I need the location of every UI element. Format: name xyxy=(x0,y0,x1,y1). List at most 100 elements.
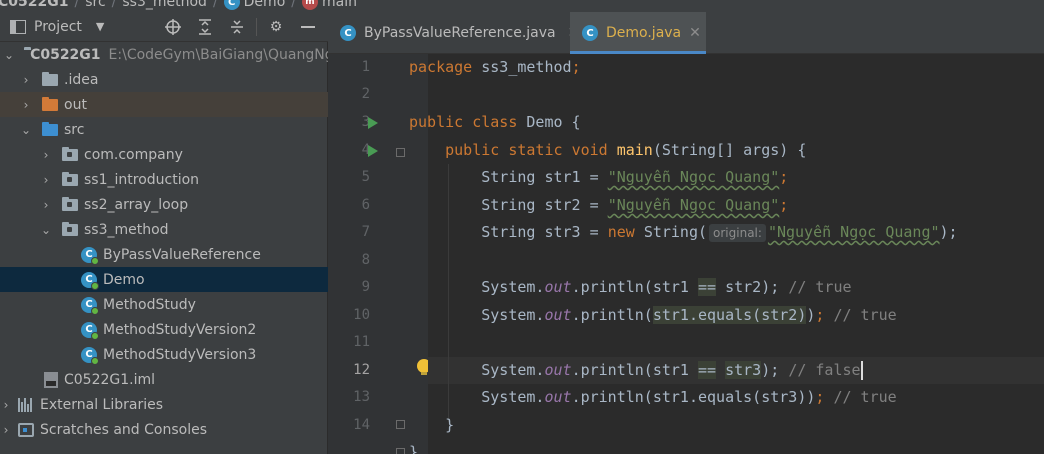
package-icon xyxy=(62,196,78,211)
code-line-5: String str1 = "Nguyễn Ngọc Quang"; xyxy=(409,164,788,191)
tree-item-package[interactable]: ⌄ ss3_method xyxy=(0,217,328,242)
comment: // true xyxy=(833,306,897,324)
class-icon: C xyxy=(81,296,99,315)
tree-item-package[interactable]: › com.company xyxy=(0,142,328,167)
project-view-selector[interactable]: Project ▼ xyxy=(10,19,104,35)
line-number: 13 xyxy=(353,389,370,405)
parameter-hint: original: xyxy=(709,224,766,242)
chevron-right-icon[interactable]: › xyxy=(0,398,12,412)
tree-item-external-libraries[interactable]: › External Libraries xyxy=(0,392,328,417)
chevron-right-icon[interactable]: › xyxy=(40,148,52,162)
chevron-down-icon: ▼ xyxy=(95,20,105,33)
tree-item-package[interactable]: › ss1_introduction xyxy=(0,167,328,192)
code-editor[interactable]: package ss3_method; public class Demo { … xyxy=(409,54,1044,454)
tab-label: Demo.java xyxy=(606,25,682,41)
breadcrumb-class[interactable]: C Demo xyxy=(223,0,285,10)
tree-item-iml[interactable]: C0522G1.iml xyxy=(0,367,328,392)
source-folder-icon xyxy=(42,121,58,136)
collapse-all-icon[interactable] xyxy=(228,18,246,36)
comment: // true xyxy=(788,278,852,296)
code-line-4: public static void main(String[] args) { xyxy=(409,137,806,164)
brace: { xyxy=(562,113,581,131)
tree-item-package[interactable]: › ss2_array_loop xyxy=(0,192,328,217)
operator: = xyxy=(580,168,608,186)
method-call: .println( xyxy=(571,278,653,296)
breadcrumb-package[interactable]: ss3_method xyxy=(122,0,207,10)
punctuation: ); xyxy=(939,223,958,241)
tab-bypassvaluereference[interactable]: C ByPassValueReference.java ✕ xyxy=(340,12,579,54)
params: (String[] args) { xyxy=(652,141,807,159)
class-icon: C xyxy=(340,25,356,41)
line-number: 4 xyxy=(361,142,370,158)
fold-icon[interactable] xyxy=(396,148,405,157)
method-call: .println( xyxy=(571,306,653,324)
tree-item-label: ss3_method xyxy=(84,221,169,238)
line-number-current: 12 xyxy=(353,362,370,378)
semicolon: ; xyxy=(571,58,581,76)
tree-item-class[interactable]: C MethodStudyVersion3 xyxy=(0,342,328,367)
tree-item-label: Demo xyxy=(103,271,145,288)
tree-item-label: C0522G1 xyxy=(30,46,101,63)
tab-demo[interactable]: C Demo.java ✕ xyxy=(570,12,706,54)
static-field: out xyxy=(544,278,572,296)
run-class-icon[interactable] xyxy=(368,117,378,129)
project-panel-header: Project ▼ ⚙ xyxy=(0,12,328,42)
hide-icon[interactable] xyxy=(299,18,317,36)
tree-item-class-selected[interactable]: C Demo xyxy=(0,267,328,292)
breadcrumb: C0522G1 / src / ss3_method / C Demo / m ma… xyxy=(0,0,1044,12)
close-icon[interactable]: ✕ xyxy=(689,25,701,41)
tree-item-root[interactable]: ⌄ C0522G1 E:\CodeGym\BaiGiang\QuangNguye… xyxy=(0,42,368,67)
keyword: class xyxy=(472,113,518,131)
code-line-14: } xyxy=(409,412,454,439)
expand-all-icon[interactable] xyxy=(196,18,214,36)
type: String xyxy=(481,196,536,214)
breadcrumb-src[interactable]: src xyxy=(85,0,105,10)
code-line-7: String str3 = new String(original: "Nguyễ… xyxy=(409,219,958,246)
variable: str1 xyxy=(544,168,581,186)
breadcrumb-method[interactable]: m main xyxy=(301,0,357,10)
keyword: new xyxy=(607,223,635,241)
brace: } xyxy=(409,443,419,454)
class-ref: System. xyxy=(481,388,545,406)
fold-icon[interactable] xyxy=(396,448,405,454)
tree-item-src[interactable]: ⌄ src xyxy=(0,117,328,142)
breadcrumb-method-label: main xyxy=(321,0,357,10)
chevron-right-icon[interactable]: › xyxy=(20,98,32,112)
operator-highlight: == xyxy=(698,361,717,379)
chevron-down-icon[interactable]: ⌄ xyxy=(4,48,14,62)
scratches-icon xyxy=(18,422,34,437)
tree-item-scratches[interactable]: › Scratches and Consoles xyxy=(0,417,328,442)
library-icon xyxy=(18,397,34,412)
code-line-12: System.out.println(str1 == str3); // fal… xyxy=(409,357,863,384)
class-icon: C xyxy=(223,0,240,10)
code-line-13: System.out.println(str1.equals(str3)); /… xyxy=(481,388,897,406)
fold-icon[interactable] xyxy=(396,420,405,429)
chevron-right-icon[interactable]: › xyxy=(20,73,32,87)
line-number: 1 xyxy=(361,59,370,75)
semicolon: ; xyxy=(779,196,789,214)
tree-item-out[interactable]: › out xyxy=(0,92,328,117)
chevron-right-icon[interactable]: › xyxy=(40,198,52,212)
breadcrumb-project[interactable]: C0522G1 xyxy=(0,0,68,10)
tree-item-class[interactable]: C MethodStudyVersion2 xyxy=(0,317,328,342)
variable: str3 xyxy=(544,223,581,241)
tree-item-class[interactable]: C MethodStudy xyxy=(0,292,328,317)
project-tree: ⌄ C0522G1 E:\CodeGym\BaiGiang\QuangNguye… xyxy=(0,46,368,442)
operator: = xyxy=(580,196,608,214)
chevron-right-icon[interactable]: › xyxy=(0,423,12,437)
chevron-down-icon[interactable]: ⌄ xyxy=(40,223,52,237)
gear-icon[interactable]: ⚙ xyxy=(267,18,285,36)
chevron-down-icon[interactable]: ⌄ xyxy=(20,123,32,137)
tree-item-label: out xyxy=(64,96,87,113)
tree-item-label: ss2_array_loop xyxy=(84,196,189,213)
locate-icon[interactable] xyxy=(164,18,182,36)
run-main-icon[interactable] xyxy=(368,145,378,157)
chevron-right-icon[interactable]: › xyxy=(40,173,52,187)
code-line-10: System.out.println(str1.equals(str2)); /… xyxy=(481,306,897,324)
class-ref: System. xyxy=(481,278,545,296)
punctuation: ); xyxy=(761,278,780,296)
line-number: 11 xyxy=(353,334,370,350)
tree-item-idea[interactable]: › .idea xyxy=(0,67,328,92)
tree-item-label: Scratches and Consoles xyxy=(40,421,207,438)
tree-item-class[interactable]: C ByPassValueReference xyxy=(0,242,328,267)
